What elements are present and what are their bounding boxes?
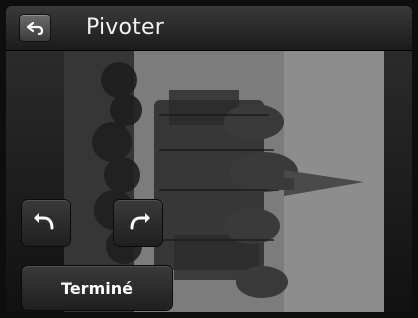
- rotate-right-button[interactable]: [114, 200, 162, 246]
- done-button[interactable]: Terminé: [22, 266, 172, 310]
- done-button-label: Terminé: [61, 278, 133, 298]
- right-panel: [384, 50, 412, 312]
- back-arrow-icon: [26, 21, 44, 35]
- rotate-left-button[interactable]: [22, 200, 70, 246]
- header-bar: Pivoter: [6, 6, 412, 51]
- rotate-screen: Pivoter Terminé: [6, 6, 412, 312]
- rotate-clockwise-icon: [130, 213, 150, 230]
- rotate-counterclockwise-icon: [34, 213, 54, 230]
- back-button[interactable]: [20, 15, 50, 41]
- page-title: Pivoter: [86, 15, 164, 40]
